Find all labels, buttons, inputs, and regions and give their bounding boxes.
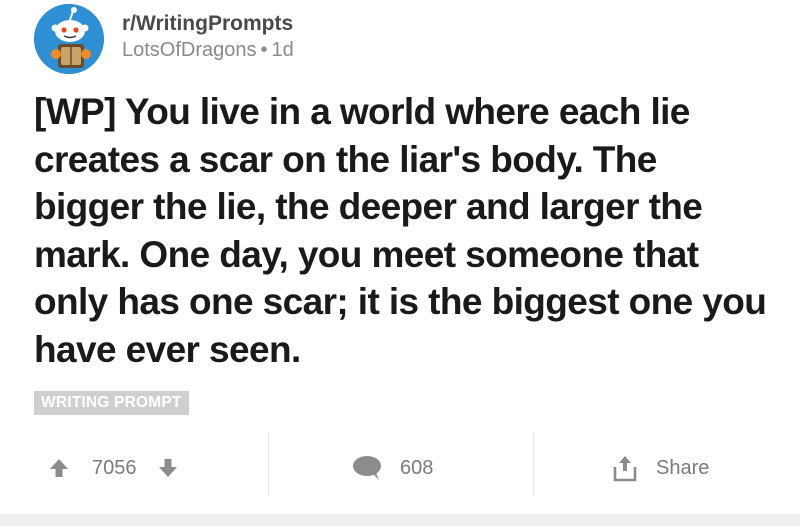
comments-button[interactable]: 608 <box>352 430 433 506</box>
vote-controls: 7056 <box>48 430 179 506</box>
share-icon <box>612 454 638 482</box>
arrow-down-icon[interactable] <box>157 457 179 479</box>
bottom-separator <box>0 514 800 526</box>
comment-count: 608 <box>400 456 434 479</box>
share-button[interactable]: Share <box>612 430 709 506</box>
snoo-avatar-icon[interactable] <box>34 4 104 74</box>
post-age: 1d <box>271 39 294 61</box>
post-byline: LotsOfDragons • 1d <box>122 37 294 63</box>
action-divider <box>268 432 269 496</box>
author-link[interactable]: LotsOfDragons <box>122 39 257 61</box>
subreddit-link[interactable]: r/WritingPrompts <box>122 11 294 37</box>
post-meta: r/WritingPrompts LotsOfDragons • 1d <box>122 12 294 63</box>
arrow-up-icon[interactable] <box>48 457 70 479</box>
post-card: r/WritingPrompts LotsOfDragons • 1d [WP] Y… <box>0 0 800 526</box>
post-title[interactable]: [WP] You live in a world where each lie … <box>34 88 774 373</box>
share-label: Share <box>656 456 710 479</box>
speech-bubble-icon <box>352 455 382 481</box>
action-divider <box>533 432 534 496</box>
post-header: r/WritingPrompts LotsOfDragons • 1d <box>34 0 294 78</box>
action-bar: 7056 608 Share <box>0 430 800 506</box>
vote-score: 7056 <box>92 456 137 479</box>
byline-separator: • <box>260 39 268 61</box>
post-flair: WRITING PROMPT <box>34 391 189 415</box>
